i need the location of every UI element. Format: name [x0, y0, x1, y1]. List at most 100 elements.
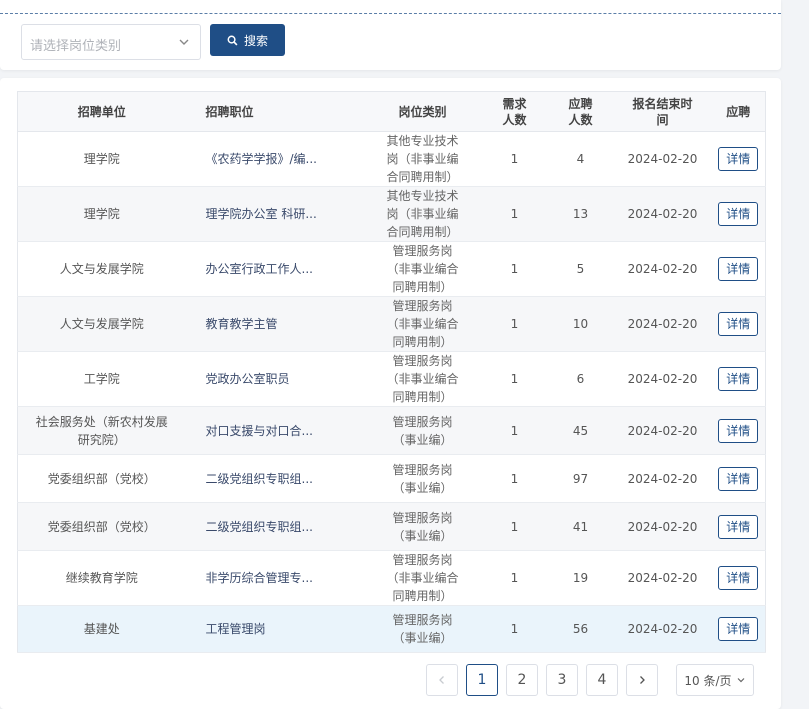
- table-row: 工学院 党政办公室职员 管理服务岗 （非事业编合 同聘用制） 1 6 2024-02-20…: [17, 351, 766, 407]
- table-row: 社会服务处（新农村发展 研究院） 对口支援与对口合... 管理服务岗 （事业编） 1 4…: [17, 406, 766, 455]
- header-demand: 需求 人数: [481, 91, 548, 132]
- cell-position: 党政办公室职员: [185, 351, 364, 407]
- divider: [0, 13, 781, 14]
- cell-apply: 详情: [711, 131, 766, 187]
- page-button-2[interactable]: 2: [506, 664, 538, 696]
- cell-type: 管理服务岗 （事业编）: [363, 605, 482, 653]
- cell-demand: 1: [481, 605, 548, 653]
- cell-unit: 理学院: [17, 186, 186, 242]
- prev-page-button[interactable]: [426, 664, 458, 696]
- chevron-left-icon: [439, 676, 444, 684]
- cell-type: 管理服务岗 （非事业编合 同聘用制）: [363, 296, 482, 352]
- cell-deadline: 2024-02-20: [613, 351, 712, 407]
- table-row: 理学院 理学院办公室 科研... 其他专业技术 岗（非事业编 合同聘用制） 1 13 20…: [17, 186, 766, 242]
- cell-applied: 45: [547, 406, 614, 455]
- page-button-3[interactable]: 3: [546, 664, 578, 696]
- table-row: 继续教育学院 非学历综合管理专... 管理服务岗 （非事业编合 同聘用制） 1 19 20…: [17, 550, 766, 606]
- cell-demand: 1: [481, 131, 548, 187]
- cell-demand: 1: [481, 550, 548, 606]
- table-row: 理学院 《农药学学报》/编... 其他专业技术 岗（非事业编 合同聘用制） 1 4 202…: [17, 131, 766, 187]
- page-size-select[interactable]: 10 条/页: [676, 664, 754, 696]
- cell-apply: 详情: [711, 550, 766, 606]
- job-list-card: 招聘单位 招聘职位 岗位类别 需求 人数 应聘 人数 报名结束时 间 应聘 理学…: [0, 78, 781, 709]
- cell-demand: 1: [481, 351, 548, 407]
- cell-unit: 党委组织部（党校）: [17, 454, 186, 503]
- detail-button[interactable]: 详情: [718, 257, 759, 281]
- chevron-down-icon: [737, 678, 744, 683]
- cell-applied: 10: [547, 296, 614, 352]
- cell-applied: 5: [547, 241, 614, 297]
- cell-applied: 41: [547, 502, 614, 551]
- header-applied: 应聘 人数: [547, 91, 614, 132]
- search-icon: [227, 35, 238, 45]
- header-unit: 招聘单位: [17, 91, 186, 132]
- cell-type: 管理服务岗 （非事业编合 同聘用制）: [363, 351, 482, 407]
- page-size-label: 10 条/页: [684, 673, 732, 688]
- category-select-placeholder: 请选择岗位类别: [30, 39, 122, 54]
- chevron-down-icon: [179, 39, 189, 45]
- cell-deadline: 2024-02-20: [613, 605, 712, 653]
- cell-applied: 19: [547, 550, 614, 606]
- chevron-right-icon: [640, 676, 645, 684]
- search-button-label: 搜索: [243, 33, 268, 48]
- cell-type: 管理服务岗 （事业编）: [363, 454, 482, 503]
- cell-apply: 详情: [711, 296, 766, 352]
- cell-position: 二级党组织专职组...: [185, 502, 364, 551]
- detail-button[interactable]: 详情: [718, 367, 759, 391]
- detail-button[interactable]: 详情: [718, 514, 759, 539]
- search-button[interactable]: 搜索: [210, 24, 285, 56]
- detail-button[interactable]: 详情: [718, 466, 759, 491]
- cell-apply: 详情: [711, 241, 766, 297]
- detail-button[interactable]: 详情: [718, 312, 759, 336]
- cell-applied: 4: [547, 131, 614, 187]
- cell-demand: 1: [481, 406, 548, 455]
- cell-deadline: 2024-02-20: [613, 454, 712, 503]
- cell-position: 《农药学学报》/编...: [185, 131, 364, 187]
- job-table: 招聘单位 招聘职位 岗位类别 需求 人数 应聘 人数 报名结束时 间 应聘 理学…: [17, 91, 766, 653]
- cell-demand: 1: [481, 186, 548, 242]
- cell-apply: 详情: [711, 502, 766, 551]
- cell-demand: 1: [481, 296, 548, 352]
- cell-deadline: 2024-02-20: [613, 502, 712, 551]
- cell-deadline: 2024-02-20: [613, 296, 712, 352]
- cell-type: 管理服务岗 （事业编）: [363, 502, 482, 551]
- cell-unit: 党委组织部（党校）: [17, 502, 186, 551]
- cell-unit: 人文与发展学院: [17, 296, 186, 352]
- cell-apply: 详情: [711, 406, 766, 455]
- header-apply: 应聘: [711, 91, 766, 132]
- detail-button[interactable]: 详情: [718, 418, 759, 443]
- cell-position: 办公室行政工作人...: [185, 241, 364, 297]
- cell-unit: 理学院: [17, 131, 186, 187]
- filter-bar: 请选择岗位类别 搜索: [0, 0, 781, 70]
- cell-type: 其他专业技术 岗（非事业编 合同聘用制）: [363, 186, 482, 242]
- cell-deadline: 2024-02-20: [613, 131, 712, 187]
- cell-apply: 详情: [711, 351, 766, 407]
- page-button-4[interactable]: 4: [586, 664, 618, 696]
- detail-button[interactable]: 详情: [718, 147, 759, 171]
- header-deadline: 报名结束时 间: [613, 91, 712, 132]
- cell-apply: 详情: [711, 605, 766, 653]
- cell-deadline: 2024-02-20: [613, 186, 712, 242]
- cell-type: 其他专业技术 岗（非事业编 合同聘用制）: [363, 131, 482, 187]
- detail-button[interactable]: 详情: [718, 202, 759, 226]
- detail-button[interactable]: 详情: [718, 617, 759, 641]
- cell-position: 工程管理岗: [185, 605, 364, 653]
- cell-unit: 工学院: [17, 351, 186, 407]
- cell-unit: 继续教育学院: [17, 550, 186, 606]
- table-row: 基建处 工程管理岗 管理服务岗 （事业编） 1 56 2024-02-20 详情: [17, 605, 766, 653]
- header-type: 岗位类别: [363, 91, 482, 132]
- cell-apply: 详情: [711, 454, 766, 503]
- table-row: 党委组织部（党校） 二级党组织专职组... 管理服务岗 （事业编） 1 41 2024-0…: [17, 502, 766, 551]
- category-select[interactable]: 请选择岗位类别: [21, 24, 201, 60]
- cell-deadline: 2024-02-20: [613, 406, 712, 455]
- cell-type: 管理服务岗 （非事业编合 同聘用制）: [363, 550, 482, 606]
- cell-applied: 6: [547, 351, 614, 407]
- cell-applied: 13: [547, 186, 614, 242]
- cell-demand: 1: [481, 502, 548, 551]
- cell-applied: 56: [547, 605, 614, 653]
- cell-type: 管理服务岗 （非事业编合 同聘用制）: [363, 241, 482, 297]
- detail-button[interactable]: 详情: [718, 566, 759, 590]
- page-button-1[interactable]: 1: [466, 664, 498, 696]
- next-page-button[interactable]: [626, 664, 658, 696]
- cell-type: 管理服务岗 （事业编）: [363, 406, 482, 455]
